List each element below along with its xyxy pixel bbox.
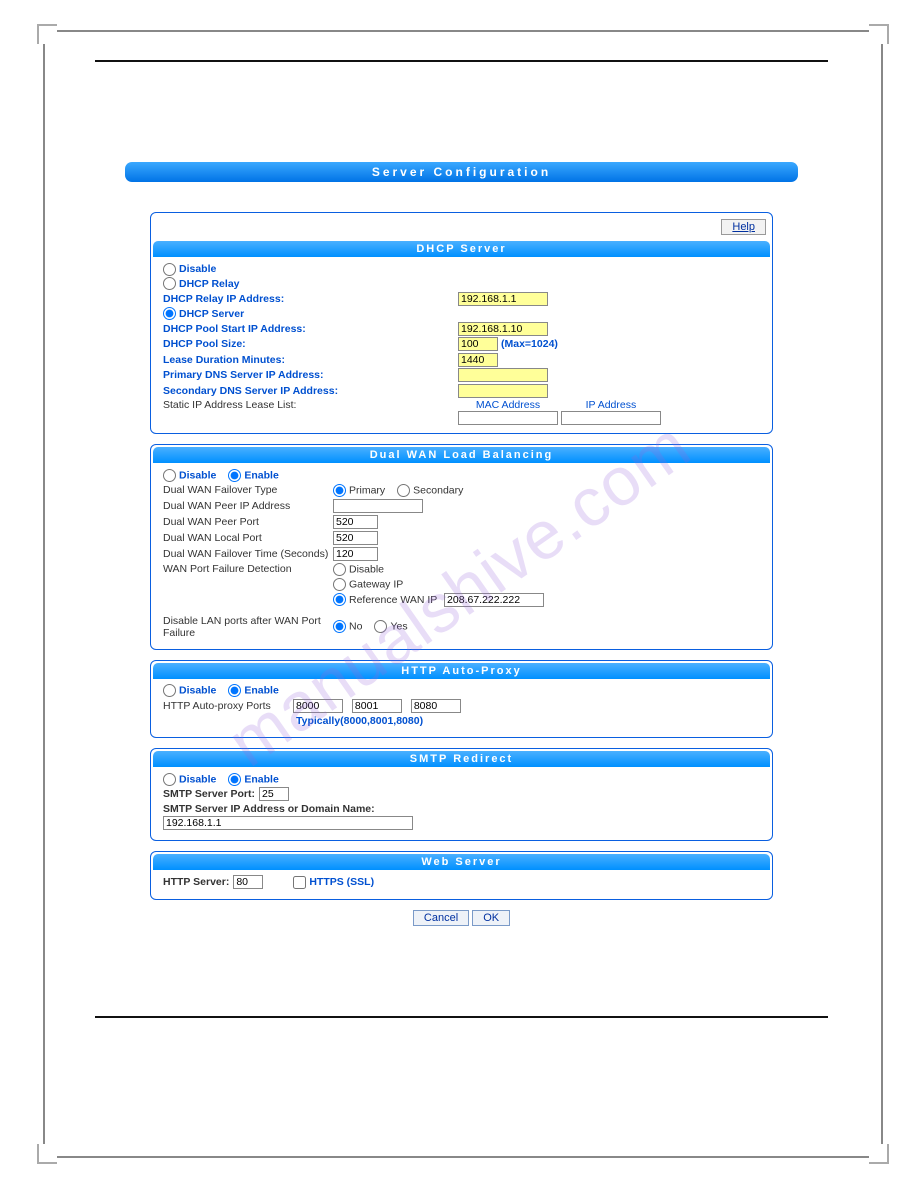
page-title: Server Configuration <box>125 162 798 182</box>
dual-peer-ip-input[interactable] <box>333 499 423 513</box>
dual-primary-radio[interactable] <box>333 484 346 497</box>
wan-failure-gateway-radio[interactable] <box>333 578 346 591</box>
http-server-label: HTTP Server: <box>163 876 229 888</box>
proxy-port1-input[interactable] <box>293 699 343 713</box>
dual-secondary-radio[interactable] <box>397 484 410 497</box>
ip-address-input[interactable] <box>561 411 661 425</box>
smtp-enable-label: Enable <box>244 773 278 785</box>
smtp-disable-label: Disable <box>179 773 216 785</box>
dhcp-relay-radio[interactable] <box>163 277 176 290</box>
dhcp-server-label: DHCP Server <box>179 308 244 320</box>
dhcp-server-radio[interactable] <box>163 307 176 320</box>
dual-failover-time-input[interactable] <box>333 547 378 561</box>
dhcp-relay-ip-input[interactable] <box>458 292 548 306</box>
dhcp-panel: Help DHCP Server Disable DHCP Relay DHCP… <box>150 212 773 434</box>
smtp-port-label: SMTP Server Port: <box>163 788 255 800</box>
dual-wan-panel: Dual WAN Load Balancing Disable Enable D… <box>150 444 773 650</box>
proxy-enable-radio[interactable] <box>228 684 241 697</box>
dhcp-static-list-label: Static IP Address Lease List: <box>163 399 383 411</box>
http-server-input[interactable] <box>233 875 263 889</box>
dhcp-pool-start-input[interactable] <box>458 322 548 336</box>
dhcp-pool-size-label: DHCP Pool Size: <box>163 338 363 350</box>
proxy-disable-radio[interactable] <box>163 684 176 697</box>
disable-lan-no-label: No <box>349 620 362 632</box>
dhcp-disable-radio[interactable] <box>163 263 176 276</box>
dhcp-lease-label: Lease Duration Minutes: <box>163 354 363 366</box>
wan-failure-label: WAN Port Failure Detection <box>163 563 333 575</box>
dual-disable-radio[interactable] <box>163 469 176 482</box>
wan-failure-disable-radio[interactable] <box>333 563 346 576</box>
ip-address-col: IP Address <box>561 399 661 411</box>
http-proxy-panel: HTTP Auto-Proxy Disable Enable HTTP Auto… <box>150 660 773 739</box>
proxy-ports-label: HTTP Auto-proxy Ports <box>163 700 293 712</box>
smtp-addr-label: SMTP Server IP Address or Domain Name: <box>163 803 375 815</box>
smtp-disable-radio[interactable] <box>163 773 176 786</box>
cancel-button[interactable]: Cancel <box>413 910 469 926</box>
proxy-port2-input[interactable] <box>352 699 402 713</box>
proxy-hint: Typically(8000,8001,8080) <box>296 715 423 727</box>
dual-peer-ip-label: Dual WAN Peer IP Address <box>163 500 333 512</box>
mac-address-col: MAC Address <box>458 399 558 411</box>
dual-failover-type-label: Dual WAN Failover Type <box>163 484 333 496</box>
proxy-enable-label: Enable <box>244 684 278 696</box>
dhcp-pool-size-hint: (Max=1024) <box>501 338 558 350</box>
wan-failure-ref-radio[interactable] <box>333 593 346 606</box>
dual-enable-radio[interactable] <box>228 469 241 482</box>
disable-lan-yes-label: Yes <box>390 620 407 632</box>
dhcp-secondary-dns-label: Secondary DNS Server IP Address: <box>163 385 393 397</box>
proxy-port3-input[interactable] <box>411 699 461 713</box>
wan-failure-ref-label: Reference WAN IP <box>349 594 437 606</box>
disable-lan-label: Disable LAN ports after WAN Port Failure <box>163 615 333 639</box>
wan-failure-disable-label: Disable <box>349 563 384 575</box>
dual-disable-label: Disable <box>179 469 216 481</box>
smtp-port-input[interactable] <box>259 787 289 801</box>
dual-peer-port-label: Dual WAN Peer Port <box>163 516 333 528</box>
smtp-section-title: SMTP Redirect <box>153 751 770 767</box>
dhcp-relay-ip-label: DHCP Relay IP Address: <box>163 293 363 305</box>
https-label: HTTPS (SSL) <box>309 876 374 888</box>
dual-peer-port-input[interactable] <box>333 515 378 529</box>
web-section-title: Web Server <box>153 854 770 870</box>
proxy-disable-label: Disable <box>179 684 216 696</box>
dual-local-port-input[interactable] <box>333 531 378 545</box>
dual-primary-label: Primary <box>349 484 385 496</box>
dhcp-section-title: DHCP Server <box>153 241 770 257</box>
dhcp-pool-start-label: DHCP Pool Start IP Address: <box>163 323 363 335</box>
dhcp-primary-dns-input[interactable] <box>458 368 548 382</box>
https-checkbox[interactable] <box>293 876 306 889</box>
dual-failover-time-label: Dual WAN Failover Time (Seconds) <box>163 548 333 560</box>
disable-lan-no-radio[interactable] <box>333 620 346 633</box>
wan-failure-ref-input[interactable] <box>444 593 544 607</box>
dhcp-primary-dns-label: Primary DNS Server IP Address: <box>163 369 393 381</box>
dual-secondary-label: Secondary <box>413 484 463 496</box>
dhcp-relay-label: DHCP Relay <box>179 278 240 290</box>
smtp-addr-input[interactable] <box>163 816 413 830</box>
wan-failure-gateway-label: Gateway IP <box>349 578 403 590</box>
proxy-section-title: HTTP Auto-Proxy <box>153 663 770 679</box>
dual-enable-label: Enable <box>244 469 278 481</box>
disable-lan-yes-radio[interactable] <box>374 620 387 633</box>
dual-local-port-label: Dual WAN Local Port <box>163 532 333 544</box>
dhcp-disable-label: Disable <box>179 263 216 275</box>
help-button[interactable]: Help <box>721 219 766 235</box>
smtp-panel: SMTP Redirect Disable Enable SMTP Server… <box>150 748 773 841</box>
web-server-panel: Web Server HTTP Server: HTTPS (SSL) <box>150 851 773 900</box>
smtp-enable-radio[interactable] <box>228 773 241 786</box>
dhcp-lease-input[interactable] <box>458 353 498 367</box>
dhcp-secondary-dns-input[interactable] <box>458 384 548 398</box>
ok-button[interactable]: OK <box>472 910 510 926</box>
dhcp-pool-size-input[interactable] <box>458 337 498 351</box>
dual-section-title: Dual WAN Load Balancing <box>153 447 770 463</box>
mac-address-input[interactable] <box>458 411 558 425</box>
